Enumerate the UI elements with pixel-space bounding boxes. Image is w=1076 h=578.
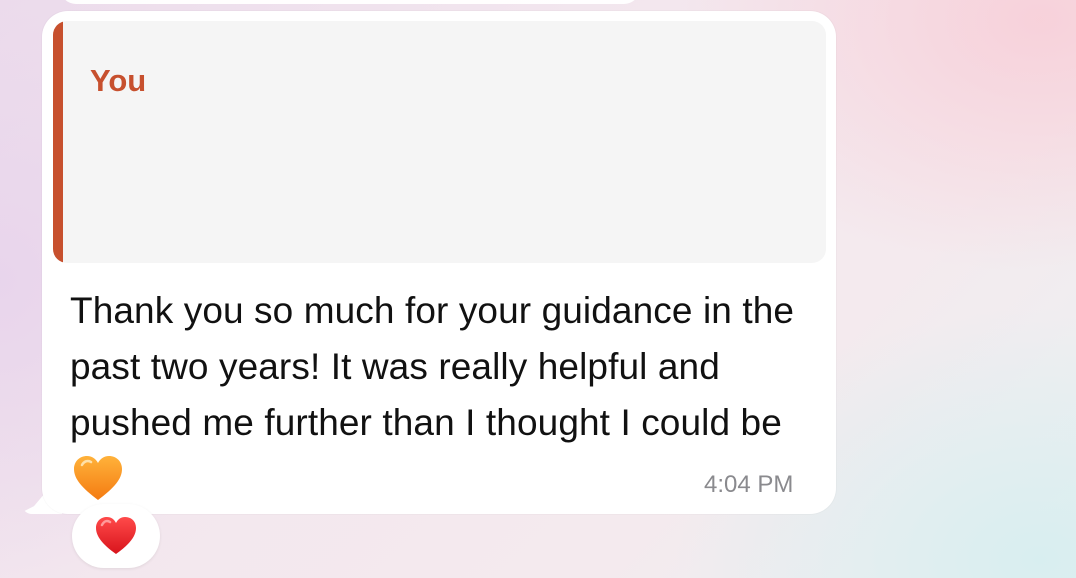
quote-accent-bar (53, 21, 63, 263)
orange-heart-icon (74, 456, 122, 500)
reply-quote[interactable]: You (53, 21, 826, 263)
previous-message-bubble[interactable] (60, 0, 640, 4)
message-timestamp: 4:04 PM (704, 471, 794, 498)
reaction-badge[interactable] (72, 504, 160, 568)
red-heart-icon (96, 517, 136, 554)
message-text-block: Thank you so much for your guidance in t… (70, 283, 810, 507)
message-text: Thank you so much for your guidance in t… (70, 290, 795, 443)
message-bubble[interactable]: You Thank you so much for your guidance … (42, 11, 836, 514)
quote-author: You (90, 63, 147, 98)
